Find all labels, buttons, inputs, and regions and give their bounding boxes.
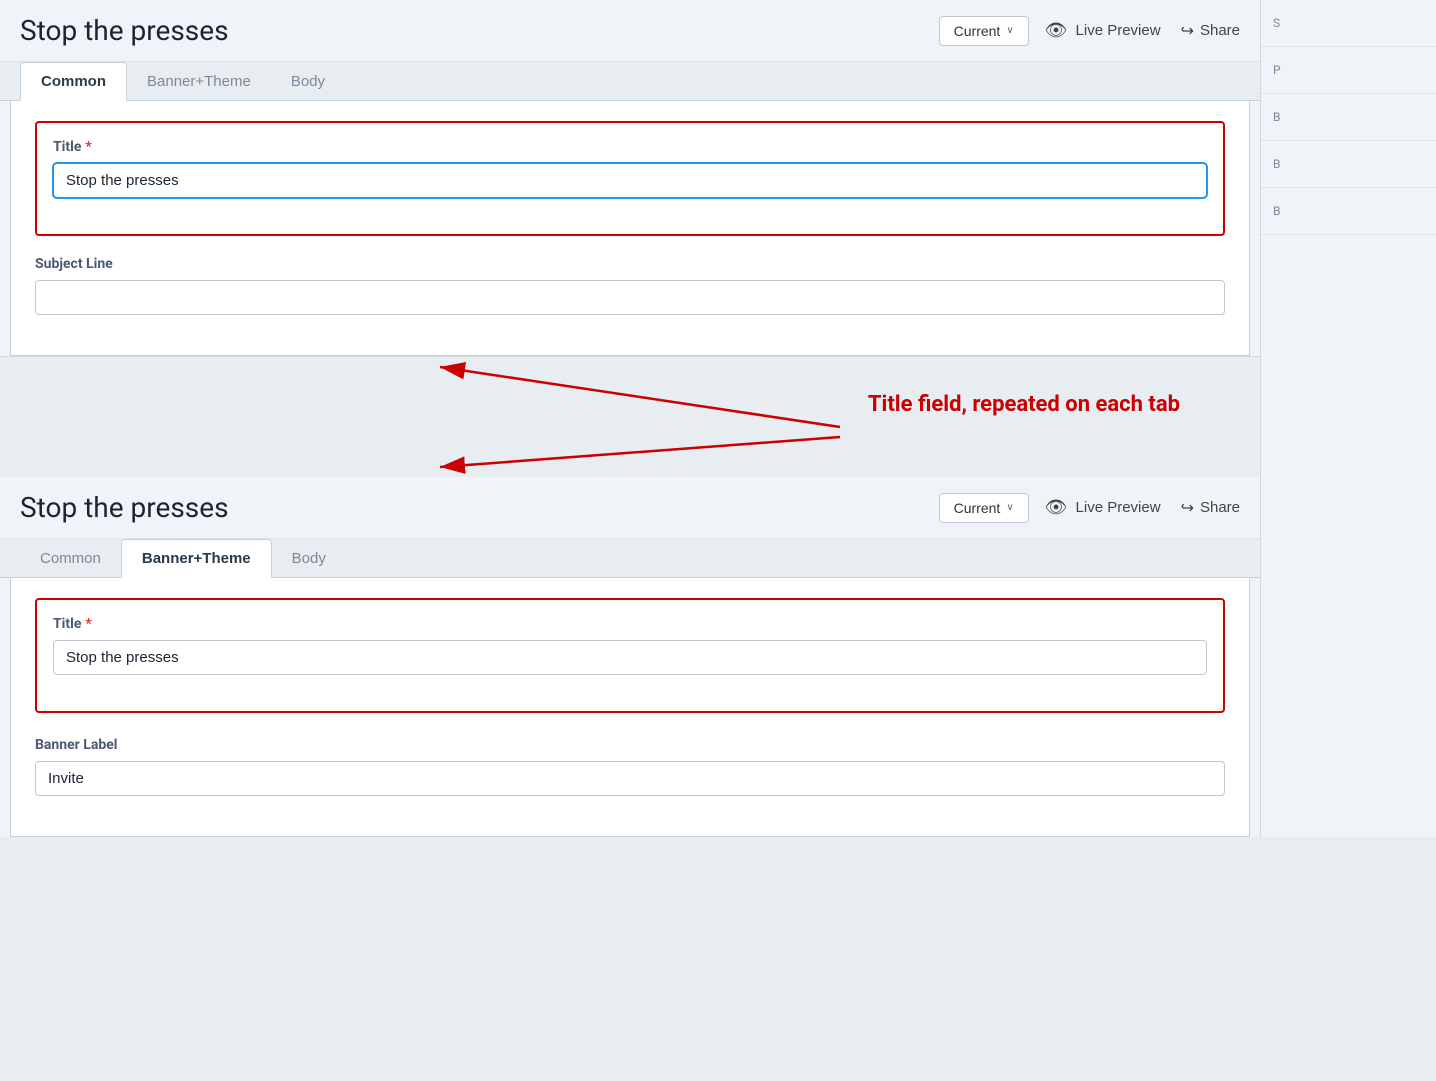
tab-common-top[interactable]: Common: [20, 62, 127, 101]
title-required-star-bottom: *: [85, 616, 91, 632]
form-panel-bottom: Title * Banner Label: [10, 578, 1250, 837]
title-field-box-bottom: Title *: [35, 598, 1225, 713]
share-icon-top: ↪: [1181, 21, 1194, 41]
banner-label-label: Banner Label: [35, 737, 1225, 753]
sidebar-item-2: P: [1261, 47, 1436, 94]
live-preview-label-top: Live Preview: [1076, 22, 1161, 39]
title-input-bottom[interactable]: [53, 640, 1207, 675]
share-button-bottom[interactable]: ↪ Share: [1181, 498, 1240, 518]
title-field-box-top: Title *: [35, 121, 1225, 236]
current-dropdown-top[interactable]: Current ∨: [939, 16, 1029, 46]
live-preview-button-top[interactable]: 👁 Live Preview: [1045, 20, 1161, 41]
bottom-header: Stop the presses Current ∨ 👁 Live Previe…: [0, 477, 1260, 539]
current-label-top: Current: [954, 23, 1001, 39]
share-label-top: Share: [1200, 22, 1240, 39]
current-dropdown-bottom[interactable]: Current ∨: [939, 493, 1029, 523]
sidebar-item-5: B: [1261, 188, 1436, 235]
share-button-top[interactable]: ↪ Share: [1181, 21, 1240, 41]
header-right-bottom: 👁 Live Preview ↪ Share: [1045, 497, 1240, 518]
sidebar-item-3: B: [1261, 94, 1436, 141]
subject-line-input-top[interactable]: [35, 280, 1225, 315]
title-field-group-bottom: Title *: [53, 616, 1207, 675]
header-right-top: 👁 Live Preview ↪ Share: [1045, 20, 1240, 41]
page-title-top: Stop the presses: [20, 14, 923, 47]
current-label-bottom: Current: [954, 500, 1001, 516]
share-label-bottom: Share: [1200, 499, 1240, 516]
top-header: Stop the presses Current ∨ 👁 Live Previe…: [0, 0, 1260, 62]
sidebar-item-4: B: [1261, 141, 1436, 188]
sidebar-item-1: S: [1261, 0, 1436, 47]
tabs-top: Common Banner+Theme Body: [0, 62, 1260, 101]
title-label-bottom: Title *: [53, 616, 1207, 632]
live-preview-button-bottom[interactable]: 👁 Live Preview: [1045, 497, 1161, 518]
tabs-bottom: Common Banner+Theme Body: [0, 539, 1260, 578]
title-field-group-top: Title *: [53, 139, 1207, 198]
tab-banner-theme-bottom[interactable]: Banner+Theme: [121, 539, 272, 578]
banner-label-input[interactable]: [35, 761, 1225, 796]
title-input-top[interactable]: [53, 163, 1207, 198]
chevron-down-icon-bottom: ∨: [1006, 502, 1013, 513]
eye-icon-bottom: 👁: [1045, 497, 1068, 518]
page-title-bottom: Stop the presses: [20, 491, 923, 524]
eye-icon-top: 👁: [1045, 20, 1068, 41]
tab-body-bottom[interactable]: Body: [272, 540, 346, 577]
annotation-arrow-svg: [0, 357, 1260, 477]
right-sidebar: S P B B B: [1260, 0, 1436, 837]
tab-banner-theme-top[interactable]: Banner+Theme: [127, 63, 271, 100]
title-required-star-top: *: [85, 139, 91, 155]
live-preview-label-bottom: Live Preview: [1076, 499, 1161, 516]
subject-line-label-top: Subject Line: [35, 256, 1225, 272]
tab-body-top[interactable]: Body: [271, 63, 345, 100]
annotation-area: Title field, repeated on each tab: [0, 357, 1260, 477]
bottom-section: Stop the presses Current ∨ 👁 Live Previe…: [0, 477, 1260, 837]
annotation-text: Title field, repeated on each tab: [868, 392, 1180, 417]
subject-line-field-group-top: Subject Line: [35, 256, 1225, 315]
top-section: Stop the presses Current ∨ 👁 Live Previe…: [0, 0, 1260, 357]
title-label-top: Title *: [53, 139, 1207, 155]
banner-label-field-group: Banner Label: [35, 737, 1225, 796]
tab-common-bottom[interactable]: Common: [20, 540, 121, 577]
share-icon-bottom: ↪: [1181, 498, 1194, 518]
form-panel-top: Title * Subject Line: [10, 101, 1250, 356]
chevron-down-icon-top: ∨: [1006, 25, 1013, 36]
